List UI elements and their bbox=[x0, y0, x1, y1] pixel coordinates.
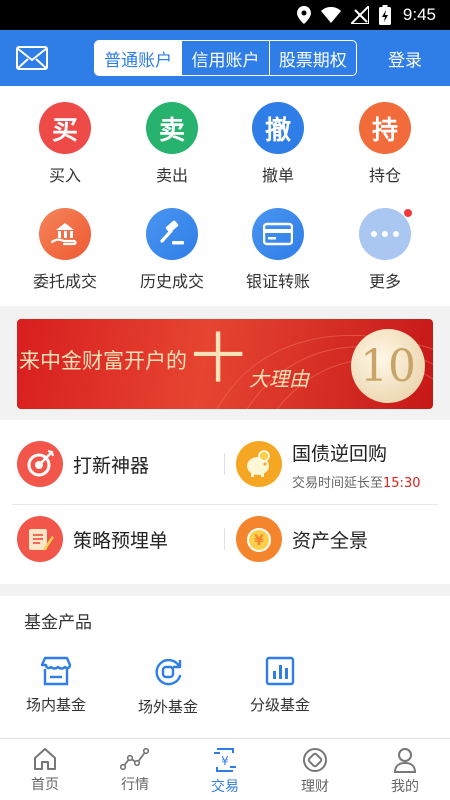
tab-credit-account[interactable]: 信用账户 bbox=[182, 41, 270, 75]
user-icon bbox=[393, 748, 417, 773]
notepad-pencil-icon bbox=[17, 516, 63, 562]
divider bbox=[224, 528, 225, 550]
clock: 9:45 bbox=[402, 5, 436, 24]
positions-label: 持仓 bbox=[368, 166, 401, 185]
bank-card-icon bbox=[252, 208, 304, 260]
history-fills-label: 历史成交 bbox=[139, 272, 204, 291]
tab-wealth[interactable]: 理财 bbox=[270, 739, 360, 800]
fund-products-section: 基金产品 场内基金 场外基金 分级基金 bbox=[0, 596, 450, 738]
tab-home-label: 首页 bbox=[31, 777, 59, 793]
yen-exchange-icon: ¥ bbox=[214, 748, 236, 772]
cancel-order-button[interactable]: 撤 撤单 bbox=[222, 102, 334, 186]
promo-banner[interactable]: 来中金财富开户的 十 大理由 10 bbox=[17, 319, 433, 409]
login-button[interactable]: 登录 bbox=[388, 46, 422, 71]
bottom-tab-bar: 首页 行情 ¥ 交易 理财 我的 bbox=[0, 738, 450, 800]
coin-cycle-icon bbox=[155, 658, 182, 686]
strategy-order-title: 策略预埋单 bbox=[73, 529, 169, 552]
tab-profile-label: 我的 bbox=[391, 779, 419, 795]
banner-big-char: 十 bbox=[191, 327, 245, 390]
orders-fills-label: 委托成交 bbox=[32, 272, 97, 291]
divider bbox=[12, 504, 438, 505]
sell-icon: 卖 bbox=[146, 102, 198, 154]
account-type-tabs: 普通账户 信用账户 股票期权 bbox=[94, 40, 357, 76]
positions-button[interactable]: 持 持仓 bbox=[329, 102, 441, 186]
battery-charging-icon bbox=[378, 5, 391, 25]
buy-label: 买入 bbox=[48, 166, 81, 185]
more-dots-icon bbox=[359, 208, 413, 260]
svg-text:¥: ¥ bbox=[221, 754, 229, 768]
bank-hand-icon bbox=[39, 208, 91, 260]
tiered-fund-label: 分级基金 bbox=[249, 696, 310, 714]
otc-fund-label: 场外基金 bbox=[137, 698, 198, 716]
sell-label: 卖出 bbox=[155, 166, 188, 185]
wifi-icon bbox=[320, 7, 341, 23]
treasury-repo-subtitle: 交易时间延长至15:30 bbox=[292, 472, 420, 491]
treasury-repo-title: 国债逆回购 bbox=[292, 443, 388, 465]
sell-button[interactable]: 卖 卖出 bbox=[116, 102, 228, 186]
tab-stock-options[interactable]: 股票期权 bbox=[270, 41, 356, 75]
orders-fills-button[interactable]: 委托成交 bbox=[9, 208, 121, 292]
notification-dot bbox=[403, 208, 413, 218]
history-fills-button[interactable]: 历史成交 bbox=[116, 208, 228, 292]
banner-area: 来中金财富开户的 十 大理由 10 bbox=[0, 306, 450, 420]
home-icon bbox=[34, 748, 56, 770]
storefront-icon bbox=[40, 656, 72, 686]
piggy-bank-icon bbox=[236, 441, 282, 487]
target-icon bbox=[17, 441, 63, 487]
banner-subtitle: 大理由 bbox=[249, 367, 309, 391]
buy-icon: 买 bbox=[39, 102, 91, 154]
ipo-tool-title: 打新神器 bbox=[73, 454, 150, 477]
tab-market-label: 行情 bbox=[121, 777, 149, 793]
exchange-fund-button[interactable]: 场内基金 bbox=[0, 656, 112, 715]
mail-icon[interactable] bbox=[16, 44, 48, 72]
strategy-order-item[interactable]: 策略预埋单 bbox=[17, 516, 168, 562]
status-bar: 9:45 bbox=[0, 0, 450, 30]
treasury-repo-item[interactable]: 国债逆回购 交易时间延长至15:30 bbox=[236, 439, 420, 491]
no-signal-icon bbox=[350, 6, 369, 24]
cancel-order-icon: 撤 bbox=[252, 102, 304, 154]
bar-chart-icon bbox=[265, 656, 295, 686]
tab-wealth-label: 理财 bbox=[301, 779, 329, 795]
bank-transfer-label: 银证转账 bbox=[245, 272, 310, 291]
exchange-fund-label: 场内基金 bbox=[25, 696, 86, 714]
asset-overview-item[interactable]: ¥ 资产全景 bbox=[236, 516, 368, 562]
ipo-tool-item[interactable]: 打新神器 bbox=[17, 441, 149, 487]
treasury-repo-sub-prefix: 交易时间延长至 bbox=[292, 476, 384, 491]
buy-button[interactable]: 买 买入 bbox=[9, 102, 121, 186]
bank-transfer-button[interactable]: 银证转账 bbox=[222, 208, 334, 292]
treasury-repo-sub-time: 15:30 bbox=[383, 476, 421, 491]
feature-list: 打新神器 国债逆回购 交易时间延长至15:30 策略预埋单 ¥ 资产全景 bbox=[0, 420, 450, 584]
divider bbox=[224, 453, 225, 475]
banner-headline: 来中金财富开户的 bbox=[19, 349, 187, 373]
cancel-order-label: 撤单 bbox=[261, 166, 294, 185]
line-chart-icon bbox=[120, 747, 150, 771]
otc-fund-button[interactable]: 场外基金 bbox=[112, 656, 224, 717]
tab-trade[interactable]: ¥ 交易 bbox=[180, 739, 270, 800]
trade-actions-grid: 买 买入 卖 卖出 撤 撤单 持 持仓 委托成交 历史成交 银证转账 更多 bbox=[0, 86, 450, 306]
wealth-icon bbox=[303, 748, 327, 772]
location-icon bbox=[296, 6, 311, 24]
tab-trade-label: 交易 bbox=[211, 779, 239, 795]
tab-market[interactable]: 行情 bbox=[90, 739, 180, 800]
tab-profile[interactable]: 我的 bbox=[360, 739, 450, 800]
svg-text:¥: ¥ bbox=[254, 533, 264, 549]
app-header: 普通账户 信用账户 股票期权 登录 bbox=[0, 30, 450, 86]
yen-coin-icon: ¥ bbox=[236, 516, 282, 562]
tiered-fund-button[interactable]: 分级基金 bbox=[224, 656, 336, 715]
more-button[interactable]: 更多 bbox=[329, 208, 441, 292]
gavel-icon bbox=[146, 208, 198, 260]
banner-number-medal: 10 bbox=[351, 329, 425, 403]
asset-overview-title: 资产全景 bbox=[292, 529, 369, 552]
tab-home[interactable]: 首页 bbox=[0, 739, 90, 800]
section-title: 基金产品 bbox=[24, 613, 92, 633]
more-label: 更多 bbox=[368, 272, 401, 291]
tab-normal-account[interactable]: 普通账户 bbox=[95, 41, 183, 75]
positions-icon: 持 bbox=[359, 102, 411, 154]
